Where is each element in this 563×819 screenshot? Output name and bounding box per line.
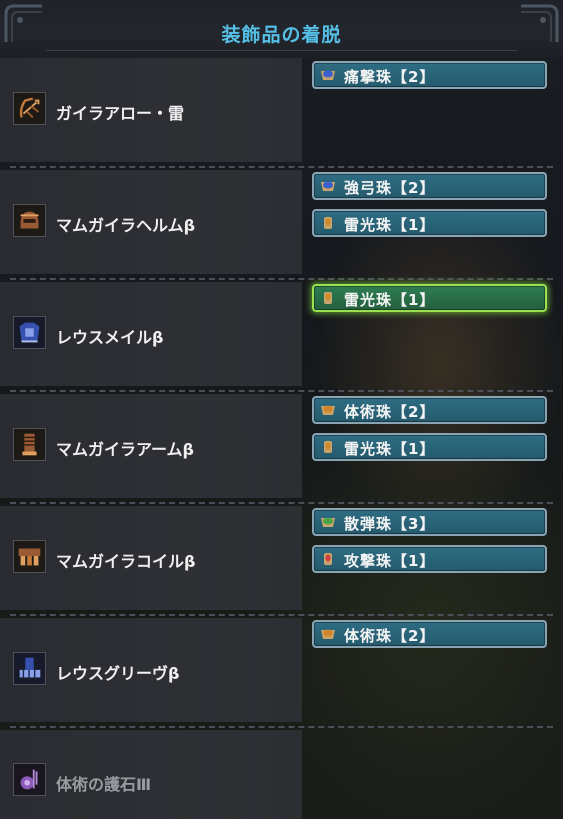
equipment-row-chest[interactable]: レウスメイルβ 雷光珠【1】 — [0, 282, 563, 392]
decoration-slot[interactable]: 攻撃珠【1】 — [312, 545, 547, 573]
decoration-blue-icon — [321, 181, 335, 191]
equipment-name: ガイラアロー・雷 — [56, 104, 185, 123]
decoration-slot[interactable]: 強弓珠【2】 — [312, 172, 547, 200]
equipment-row-waist[interactable]: マムガイラコイルβ 散弾珠【3】 攻撃珠【1】 — [0, 506, 563, 616]
row-divider — [10, 502, 553, 504]
decoration-green-icon — [321, 517, 335, 527]
charm-icon — [13, 763, 46, 796]
header: 装飾品の着脱 — [0, 0, 563, 58]
decoration-orange-icon — [321, 405, 335, 415]
equipment-row-charm[interactable]: 体術の護石Ⅲ — [0, 730, 563, 819]
equipment-name: レウスグリーヴβ — [56, 664, 180, 683]
decoration-slot-selected[interactable]: 雷光珠【1】 — [312, 284, 547, 312]
decoration-slot[interactable]: 体術珠【2】 — [312, 396, 547, 424]
page-title: 装飾品の着脱 — [221, 24, 342, 46]
decoration-orange-icon — [324, 441, 332, 453]
equipment-name: 体術の護石Ⅲ — [56, 775, 152, 794]
decoration-label: 雷光珠【1】 — [344, 291, 436, 309]
decoration-label: 散弾珠【3】 — [344, 515, 436, 533]
decoration-slot[interactable]: 散弾珠【3】 — [312, 508, 547, 536]
header-divider — [46, 50, 517, 51]
decoration-slot[interactable]: 体術珠【2】 — [312, 620, 547, 648]
decoration-label: 体術珠【2】 — [344, 627, 436, 645]
row-divider — [10, 278, 553, 280]
decoration-blue-icon — [321, 70, 335, 80]
decoration-orange-icon — [321, 629, 335, 639]
decoration-orange-icon — [324, 292, 332, 304]
decoration-label: 攻撃珠【1】 — [344, 552, 436, 570]
decoration-slot[interactable]: 痛撃珠【2】 — [312, 61, 547, 89]
decoration-label: 体術珠【2】 — [344, 403, 436, 421]
equipment-name: マムガイラヘルムβ — [56, 216, 196, 235]
row-divider — [10, 726, 553, 728]
equipment-row-head[interactable]: マムガイラヘルムβ 強弓珠【2】 雷光珠【1】 — [0, 170, 563, 280]
row-divider — [10, 390, 553, 392]
equipment-row-weapon[interactable]: ガイラアロー・雷 痛撃珠【2】 — [0, 58, 563, 168]
decoration-screen: 装飾品の着脱 ガイラアロー・雷 痛撃珠【2】 マムガイラヘルムβ 強弓珠【2】 … — [0, 0, 563, 819]
helm-icon — [13, 204, 46, 237]
equipment-name: マムガイラコイルβ — [56, 552, 196, 571]
waist-icon — [13, 540, 46, 573]
decoration-slot[interactable]: 雷光珠【1】 — [312, 433, 547, 461]
decoration-label: 雷光珠【1】 — [344, 216, 436, 234]
decoration-red-icon — [324, 553, 332, 565]
row-divider — [10, 614, 553, 616]
decoration-orange-icon — [324, 217, 332, 229]
equipment-row-arms[interactable]: マムガイラアームβ 体術珠【2】 雷光珠【1】 — [0, 394, 563, 504]
chest-icon — [13, 316, 46, 349]
equipment-name: マムガイラアームβ — [56, 440, 195, 459]
decoration-label: 強弓珠【2】 — [344, 179, 436, 197]
arms-icon — [13, 428, 46, 461]
decoration-slot[interactable]: 雷光珠【1】 — [312, 209, 547, 237]
bow-icon — [13, 92, 46, 125]
equipment-name: レウスメイルβ — [56, 328, 164, 347]
decoration-label: 雷光珠【1】 — [344, 440, 436, 458]
legs-icon — [13, 652, 46, 685]
row-divider — [10, 166, 553, 168]
equipment-row-legs[interactable]: レウスグリーヴβ 体術珠【2】 — [0, 618, 563, 728]
decoration-label: 痛撃珠【2】 — [344, 68, 436, 86]
